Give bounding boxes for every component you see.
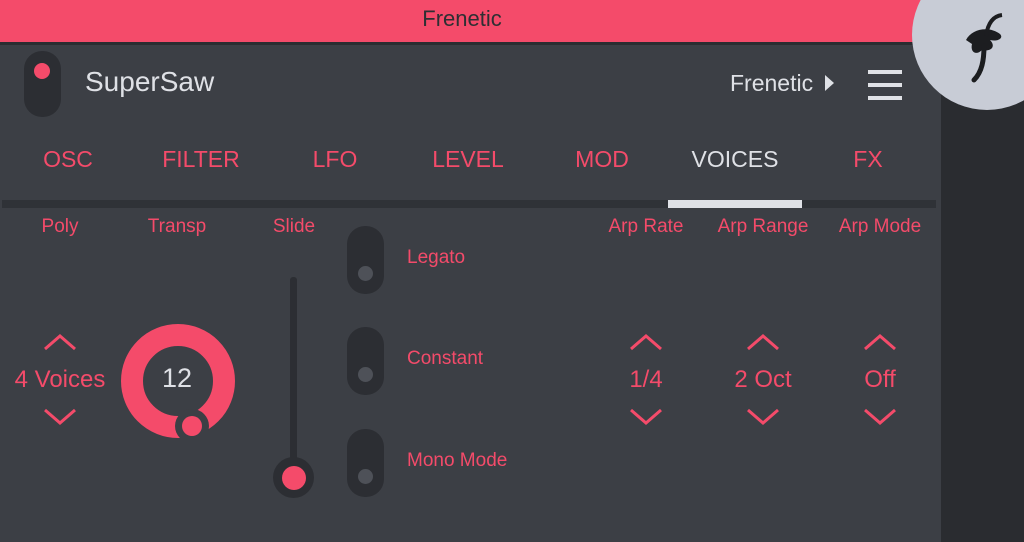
poly-value: 4 Voices [14,366,106,393]
constant-toggle[interactable] [347,327,384,395]
power-toggle-icon [34,63,50,79]
tab-filter[interactable]: FILTER [162,146,240,173]
tab-fx[interactable]: FX [853,146,882,173]
arp-range-down-chevron-icon[interactable] [745,408,781,426]
tab-lfo[interactable]: LFO [313,146,358,173]
hamburger-menu-icon[interactable] [868,70,902,100]
tab-voices[interactable]: VOICES [692,146,779,173]
transp-label: Transp [147,216,207,237]
app-title: Frenetic [422,6,502,31]
mono-mode-toggle[interactable] [347,429,384,497]
power-toggle[interactable] [24,51,61,117]
arp-mode-label: Arp Mode [838,216,922,237]
slide-label: Slide [272,216,316,237]
preset-name[interactable]: SuperSaw [85,66,214,98]
title-divider [0,42,924,45]
legato-toggle[interactable] [347,226,384,294]
arp-rate-label: Arp Rate [608,216,684,237]
tab-level[interactable]: LEVEL [432,146,504,173]
arp-rate-down-chevron-icon[interactable] [628,408,664,426]
title-bar: Frenetic [0,0,924,42]
constant-label: Constant [407,348,484,369]
poly-up-chevron-icon[interactable] [42,333,78,351]
tab-osc[interactable]: OSC [43,146,93,173]
poly-down-chevron-icon[interactable] [42,408,78,426]
arp-range-value: 2 Oct [734,366,792,393]
slide-slider-track[interactable] [290,277,297,482]
mono-mode-label: Mono Mode [407,450,508,471]
slide-slider-handle[interactable] [282,466,306,490]
fruit-logo-icon[interactable] [912,0,1024,110]
arp-mode-down-chevron-icon[interactable] [862,408,898,426]
arp-mode-up-chevron-icon[interactable] [862,333,898,351]
tab-mod[interactable]: MOD [575,146,629,173]
legato-label: Legato [407,247,466,268]
arp-range-label: Arp Range [717,216,809,237]
arp-mode-value: Off [864,366,896,393]
arp-rate-up-chevron-icon[interactable] [628,333,664,351]
arp-range-up-chevron-icon[interactable] [745,333,781,351]
transp-value: 12 [161,363,193,393]
active-tab-indicator [668,200,802,208]
bank-selector[interactable]: Frenetic [730,70,813,97]
arp-rate-value: 1/4 [629,366,663,393]
poly-label: Poly [41,216,79,237]
side-strip [941,42,1024,542]
chevron-right-icon[interactable] [825,75,834,91]
